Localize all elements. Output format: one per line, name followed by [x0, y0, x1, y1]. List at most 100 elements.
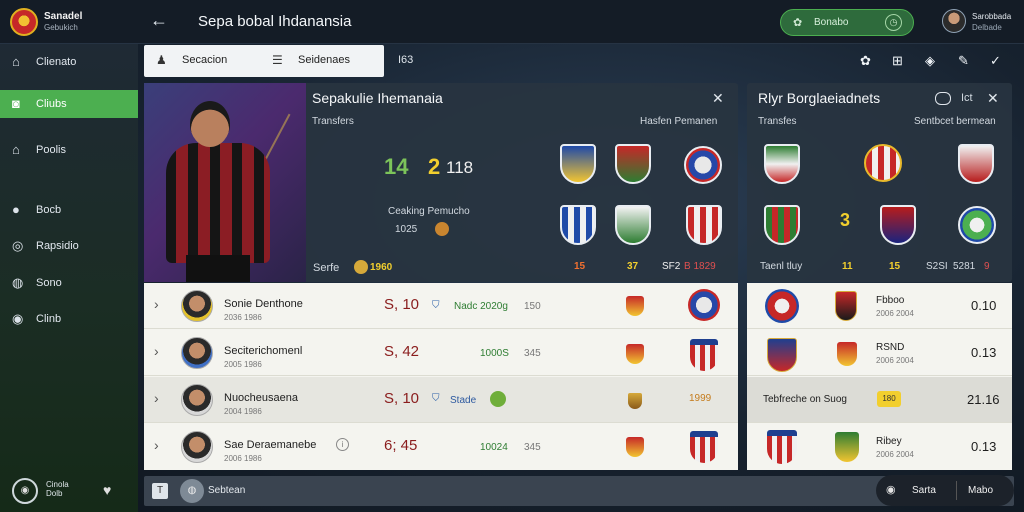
avatar	[181, 384, 213, 416]
right-mid-number: 3	[840, 210, 851, 230]
toggle-icon[interactable]	[935, 92, 951, 105]
main-foot-label: Serfe	[313, 262, 340, 274]
club-crest[interactable]	[880, 205, 916, 245]
gear-icon: ✿	[793, 17, 803, 29]
back-arrow-icon[interactable]: ←	[150, 10, 168, 31]
right-stat-5: 9	[984, 261, 990, 272]
player-shirt	[166, 143, 270, 263]
right-stat-2: 15	[889, 261, 901, 272]
player-stat-1: 1000S	[480, 348, 509, 359]
table-row[interactable]: › Sonie Denthone 2036 1986 S, 10 ⛉ Nadc …	[144, 283, 738, 329]
table-row[interactable]: › Nuocheusaena 2004 1986 S, 10 ⛉ Stade 1…	[144, 377, 738, 423]
shield-icon: ⛉	[432, 300, 440, 311]
pen-icon[interactable]: ✎	[958, 53, 969, 69]
right-panel-badge: Ict	[961, 92, 973, 104]
tab-aux-label[interactable]: I63	[398, 54, 413, 66]
mid-value: 1025	[395, 224, 418, 235]
club-name: Tebfreche on Suog	[763, 394, 847, 405]
pill-button-a[interactable]: Sarta	[912, 485, 936, 496]
menu-icon[interactable]: T	[152, 483, 168, 499]
player-price: S, 42	[384, 343, 420, 360]
sidebar-item-clienato[interactable]: ⌂ Clienato	[0, 48, 138, 76]
list-icon: ☰	[272, 53, 283, 67]
mid-label: Ceaking Pemucho	[388, 206, 470, 217]
check-icon[interactable]: ✓	[990, 53, 1001, 69]
table-row[interactable]: › Sae Deraemanebe i 2006 1986 6; 45 1002…	[144, 424, 738, 470]
player-sub: 2004 1986	[224, 407, 262, 416]
player-price: S, 10	[384, 296, 420, 313]
top-bar: Sanadel Gebukich ← Sepa bobal Ihdanansia…	[0, 0, 1024, 44]
club-value: 0.13	[971, 439, 997, 454]
info-icon[interactable]: i	[336, 438, 349, 451]
table-row[interactable]: › Seciterichomenl 2005 1986 S, 42 1000S …	[144, 330, 738, 376]
user-avatar[interactable]	[942, 9, 966, 33]
player-hero-image	[144, 83, 306, 282]
eye-icon[interactable]: ◉	[12, 478, 38, 504]
club-crest[interactable]	[764, 144, 800, 184]
club-value: 0.10	[971, 298, 997, 313]
main-foot-badge: 1960	[370, 262, 393, 273]
right-foot-label: Taenl tluy	[760, 261, 803, 272]
club-crest[interactable]	[615, 144, 651, 184]
sidebar-item-bocb[interactable]: ● Bocb	[0, 196, 138, 224]
club-sub: 2006 2004	[876, 356, 914, 365]
close-icon[interactable]: ✕	[712, 90, 724, 107]
chevron-right-icon[interactable]: ›	[154, 437, 159, 453]
player-sub: 2036 1986	[224, 313, 262, 322]
coin-icon	[435, 222, 449, 236]
sidebar-item-label: Clinb	[36, 313, 62, 325]
tab-seidenaes[interactable]: Seidenaes	[298, 54, 350, 66]
club-crest[interactable]	[864, 144, 902, 182]
club-crest[interactable]	[560, 205, 596, 245]
avatar[interactable]: ◍	[180, 479, 204, 503]
list-item[interactable]: Fbboo 2006 2004 0.10	[747, 283, 1012, 329]
chevron-right-icon[interactable]: ›	[154, 343, 159, 359]
player-list: › Sonie Denthone 2036 1986 S, 10 ⛉ Nadc …	[144, 283, 738, 470]
flower-icon[interactable]: ✿	[860, 53, 871, 69]
sidebar-item-clinb[interactable]: ◉ Clinb	[0, 305, 138, 333]
club-crest[interactable]	[686, 205, 722, 245]
player-stat-2: 345	[524, 348, 541, 359]
chevron-right-icon[interactable]: ›	[154, 296, 159, 312]
list-item[interactable]: Ribey 2006 2004 0.13	[747, 424, 1012, 470]
chevron-right-icon[interactable]: ›	[154, 390, 159, 406]
club-crest[interactable]	[560, 144, 596, 184]
main-sub-left: Transfers	[312, 116, 354, 127]
club-crest[interactable]	[615, 205, 651, 245]
player-stat-2: 345	[524, 442, 541, 453]
main-panel-title: Sepakulie Ihemanaia	[312, 90, 443, 106]
club-crest[interactable]	[684, 146, 722, 184]
club-crest	[626, 296, 644, 316]
club-crest[interactable]	[958, 144, 994, 184]
stat-number-b: 2	[428, 154, 441, 179]
player-price: 6; 45	[384, 437, 418, 454]
shield-icon[interactable]: ◈	[925, 53, 935, 69]
tab-secacion[interactable]: Secacion	[182, 54, 227, 66]
status-dot	[490, 391, 506, 407]
sidebar-item-poolis[interactable]: ⌂ Poolis	[0, 136, 138, 164]
pill-button-b[interactable]: Mabo	[968, 485, 993, 496]
sidebar-item-rapsidio[interactable]: ◎ Rapsidio	[0, 232, 138, 260]
sidebar-item-cliubs[interactable]: ◙ Cliubs	[0, 90, 138, 118]
grid-icon[interactable]: ⊞	[892, 53, 903, 69]
sidebar-item-label: Poolis	[36, 144, 66, 156]
sidebar-footer-label: Cinola Dolb	[46, 480, 69, 498]
bottom-label: Sebtean	[208, 485, 246, 496]
status-button[interactable]: ✿ Bonabo ◷	[780, 9, 914, 36]
club-crest	[767, 430, 797, 464]
club-crest[interactable]	[764, 205, 800, 245]
list-item[interactable]: Tebfreche on Suog 180 21.16	[747, 377, 1012, 423]
heart-icon[interactable]: ♥	[103, 482, 111, 498]
club-logo[interactable]	[10, 8, 38, 36]
close-icon[interactable]: ✕	[987, 90, 999, 107]
sidebar-item-label: Sono	[36, 277, 62, 289]
sidebar-item-label: Clienato	[36, 56, 77, 68]
right-stat-1: 11	[842, 261, 853, 272]
list-item[interactable]: RSND 2006 2004 0.13	[747, 330, 1012, 376]
club-crest[interactable]	[958, 206, 996, 244]
club-value: 0.13	[971, 345, 997, 360]
main-sub-right: Hasfen Pemanen	[640, 116, 718, 127]
player-stat-2: 150	[524, 301, 541, 312]
player-price: S, 10	[384, 390, 420, 407]
sidebar-item-sono[interactable]: ◍ Sono	[0, 269, 138, 297]
